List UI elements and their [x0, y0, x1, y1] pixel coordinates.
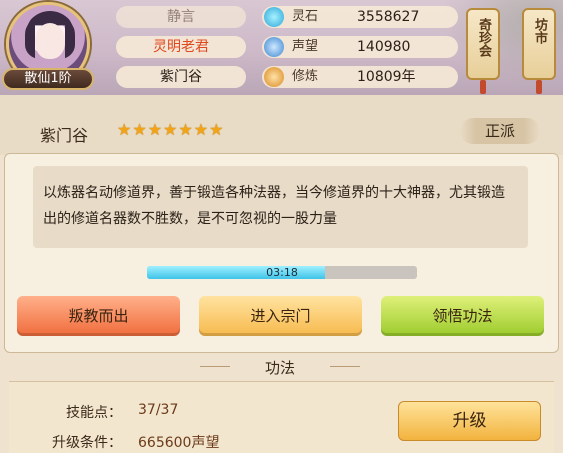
stat-spirit-stone: 灵石 3558627 — [262, 6, 458, 28]
stat-reputation: 声望 140980 — [262, 36, 458, 58]
learn-technique-button[interactable]: 领悟功法 — [381, 296, 544, 336]
enter-sect-button[interactable]: 进入宗门 — [199, 296, 362, 336]
technique-section-title: 功法 — [200, 357, 360, 378]
timer-text: 03:18 — [266, 266, 298, 279]
market-button[interactable]: 坊市 — [522, 8, 556, 94]
tassel-decoration — [536, 80, 542, 94]
sect-description: 以炼器名动修道界，善于锻造各种法器，当今修道界的十大神器，尤其锻造出的修道名器数… — [33, 166, 528, 248]
upgrade-button[interactable]: 升级 — [398, 401, 541, 441]
skill-points-label: 技能点： — [66, 405, 122, 421]
player-name: 灵明老君 — [116, 36, 246, 58]
skill-points-value: 37/37 — [138, 402, 179, 418]
avatar-face — [35, 23, 65, 59]
player-title: 静言 — [116, 6, 246, 28]
cultivation-icon — [264, 67, 284, 87]
treasure-auction-button[interactable]: 奇珍会 — [466, 8, 500, 94]
sect-star-rating: ★★★★★★★ — [117, 120, 225, 139]
upgrade-condition-label: 升级条件： — [52, 435, 122, 451]
faction-label: 正派 — [460, 118, 540, 144]
upgrade-condition-value: 665600声望 — [138, 435, 220, 451]
spirit-stone-icon — [264, 7, 284, 27]
stat-cultivation: 修炼 10809年 — [262, 66, 458, 88]
tassel-decoration — [480, 80, 486, 94]
betray-sect-button[interactable]: 叛教而出 — [17, 296, 180, 336]
player-sect: 紫门谷 — [116, 66, 246, 88]
rank-badge: 散仙1阶 — [2, 68, 94, 90]
reputation-icon — [264, 37, 284, 57]
timer-progress-bar: 03:18 — [147, 266, 417, 279]
sect-name: 紫门谷 — [40, 126, 89, 145]
